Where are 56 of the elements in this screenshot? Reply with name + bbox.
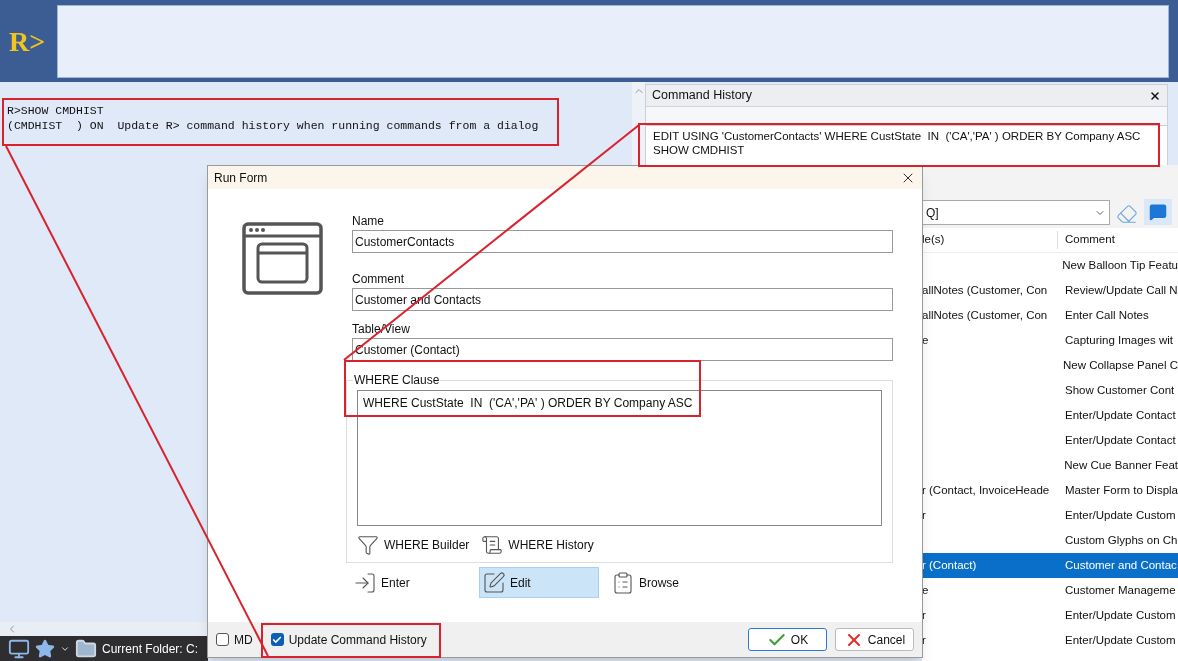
group-label: WHERE Clause bbox=[353, 373, 441, 387]
check-icon bbox=[272, 634, 283, 645]
list-row[interactable]: Show Customer Cont bbox=[922, 378, 1178, 403]
where-tool-button[interactable]: WHERE History bbox=[481, 532, 594, 558]
current-folder: Current Folder: C: bbox=[102, 640, 199, 658]
list-row[interactable]: New Cue Banner Feat bbox=[922, 453, 1178, 478]
app-logo: R> bbox=[7, 24, 47, 59]
enter-icon bbox=[353, 570, 377, 595]
action-button[interactable]: Enter bbox=[350, 567, 470, 598]
list-row[interactable]: allNotes (Customer, Con Enter Call Notes bbox=[922, 303, 1178, 328]
where-clause-textarea[interactable]: WHERE CustState IN ('CA','PA' ) ORDER BY Company ASC bbox=[357, 390, 882, 526]
checkbox[interactable] bbox=[216, 633, 229, 646]
list-row[interactable]: r Enter/Update Custom bbox=[922, 603, 1178, 628]
command-input[interactable] bbox=[57, 5, 1169, 78]
checkbox-label[interactable]: MD bbox=[234, 630, 253, 649]
list-row[interactable]: r Enter/Update Custom bbox=[922, 628, 1178, 653]
history-entry[interactable]: EDIT USING 'CustomerContacts' WHERE CustState IN ('CA','PA' ) ORDER BY Company ASC bbox=[653, 129, 1160, 143]
text-field[interactable]: Customer (Contact) bbox=[352, 338, 893, 361]
field-label: Comment bbox=[352, 272, 405, 286]
form-window-icon bbox=[241, 222, 323, 295]
list-row[interactable]: Enter/Update Contact bbox=[922, 428, 1178, 453]
action-button[interactable]: Edit bbox=[479, 567, 599, 598]
list-row[interactable]: e Capturing Images wit bbox=[922, 328, 1178, 353]
list-row[interactable]: r (Contact) Customer and Contac bbox=[922, 553, 1178, 578]
list-row[interactable]: New Balloon Tip Featu bbox=[922, 253, 1178, 278]
panel-title: Command History bbox=[652, 87, 753, 105]
list-row[interactable]: e Customer Manageme bbox=[922, 578, 1178, 603]
speech-bubble-icon bbox=[1149, 203, 1167, 221]
list-row[interactable]: Custom Glyphs on Ch bbox=[922, 528, 1178, 553]
comment-toolbar-button[interactable] bbox=[1144, 199, 1172, 225]
list-icon bbox=[611, 570, 635, 595]
list-row[interactable]: r (Contact, InvoiceHeade Master Form to Displa bbox=[922, 478, 1178, 503]
checkbox[interactable] bbox=[270, 633, 284, 646]
where-tool-button[interactable]: WHERE Builder bbox=[357, 532, 470, 558]
text-field[interactable]: CustomerContacts bbox=[352, 230, 893, 253]
dialog-button[interactable]: OK bbox=[748, 628, 827, 651]
dialog-title: Run Form bbox=[214, 169, 268, 187]
pencil-icon bbox=[482, 570, 506, 595]
monitor-icon[interactable] bbox=[8, 637, 30, 660]
filter-combobox[interactable]: Q] bbox=[922, 200, 1110, 225]
star-icon[interactable] bbox=[35, 638, 55, 659]
field-label: Name bbox=[352, 214, 385, 228]
list-row[interactable]: allNotes (Customer, Con Review/Update Call N bbox=[922, 278, 1178, 303]
list-row[interactable]: r Enter/Update Custom bbox=[922, 503, 1178, 528]
checkbox-label[interactable]: Update Command History bbox=[288, 630, 427, 649]
dialog-button[interactable]: Cancel bbox=[835, 628, 914, 651]
list-row[interactable]: Enter/Update Contact bbox=[922, 403, 1178, 428]
folder-icon[interactable] bbox=[75, 637, 97, 660]
list-row[interactable]: New Collapse Panel C bbox=[922, 353, 1178, 378]
scroll-icon bbox=[481, 534, 504, 556]
funnel-icon bbox=[357, 534, 379, 556]
close-icon[interactable] bbox=[1149, 89, 1161, 102]
action-button[interactable]: Browse bbox=[608, 567, 728, 598]
history-entry[interactable]: SHOW CMDHIST bbox=[653, 143, 1160, 157]
console-output: R>SHOW CMDHIST (CMDHIST ) ON Update R> command history when running commands from a dialog bbox=[7, 103, 539, 133]
column-header[interactable]: Comment bbox=[1058, 231, 1115, 249]
